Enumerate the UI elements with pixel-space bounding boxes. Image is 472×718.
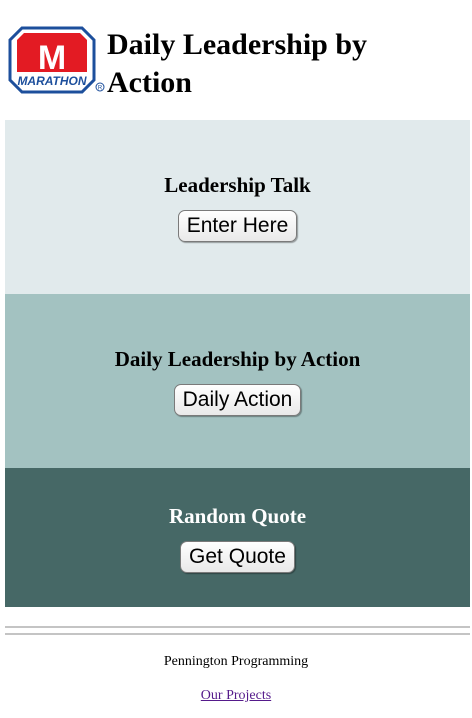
leadership-talk-heading: Leadership Talk <box>164 173 311 197</box>
our-projects-link[interactable]: Our Projects <box>201 688 271 703</box>
page-title: Daily Leadership by Action <box>107 28 368 99</box>
divider <box>5 626 470 628</box>
marathon-logo-icon: M MARATHON <box>8 26 96 94</box>
page-header: M MARATHON R Daily Leadership by Action <box>0 0 472 118</box>
get-quote-button[interactable]: Get Quote <box>180 540 295 573</box>
random-quote-heading: Random Quote <box>168 503 307 528</box>
divider <box>5 633 470 635</box>
daily-action-heading: Daily Leadership by Action <box>114 347 361 371</box>
daily-action-panel: Daily Leadership by Action Daily Action <box>5 294 470 468</box>
footer-credit: Pennington Programming <box>163 654 309 669</box>
svg-text:M: M <box>38 39 66 77</box>
svg-text:MARATHON: MARATHON <box>17 74 86 88</box>
random-quote-panel: Random Quote Get Quote <box>5 468 470 607</box>
enter-here-button[interactable]: Enter Here <box>177 210 298 242</box>
svg-text:R: R <box>98 86 103 92</box>
leadership-talk-panel: Leadership Talk Enter Here <box>5 120 470 294</box>
registered-mark-icon: R <box>95 82 105 92</box>
daily-action-button[interactable]: Daily Action <box>173 384 302 416</box>
footer-link-container: Our Projects <box>0 688 472 704</box>
